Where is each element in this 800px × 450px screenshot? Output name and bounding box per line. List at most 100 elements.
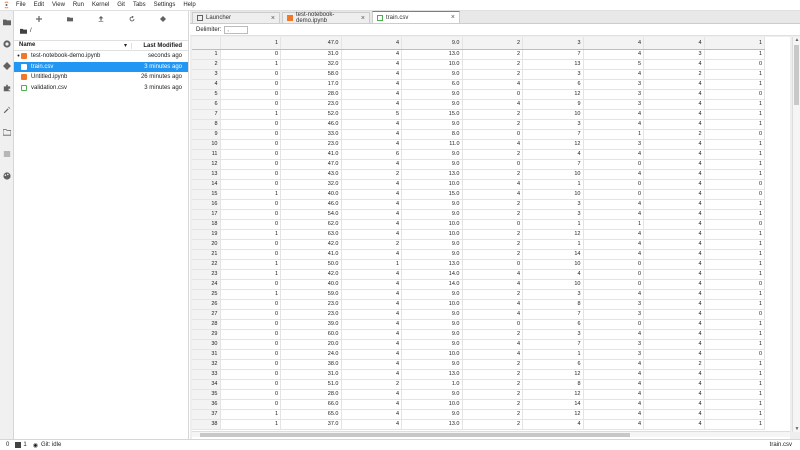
grid-cell[interactable]: 0 [220,209,281,220]
grid-cell[interactable]: 9.0 [401,69,463,80]
grid-cell[interactable]: 4 [583,379,644,390]
grid-cell[interactable]: 6 [522,319,584,330]
delimiter-select[interactable]: , [224,25,249,34]
grid-cell[interactable]: 1 [704,199,765,210]
grid-cell[interactable]: 4 [341,89,402,100]
grid-cell[interactable]: 4 [643,319,705,330]
grid-cell[interactable]: 4 [341,399,402,410]
grid-cell[interactable]: 3 [583,339,644,350]
grid-cell[interactable]: 1 [704,169,765,180]
grid-cell[interactable]: 12 [522,389,584,400]
grid-cell[interactable]: 1 [704,359,765,370]
grid-cell[interactable]: 2 [341,379,402,390]
grid-cell[interactable]: 4 [341,329,402,340]
grid-cell[interactable]: 4 [643,149,705,160]
grid-cell[interactable]: 59.0 [280,289,342,300]
grid-cell[interactable]: 0 [220,359,281,370]
grid-cell[interactable]: 40.0 [280,279,342,290]
grid-cell[interactable]: 4 [643,199,705,210]
grid-cell[interactable]: 7 [522,49,584,60]
column-header-cell[interactable]: 3 [522,37,584,50]
vertical-scroll-thumb[interactable] [794,45,799,105]
grid-cell[interactable]: 10.0 [401,179,463,190]
grid-cell[interactable]: 1 [220,289,281,300]
grid-cell[interactable]: 4 [643,119,705,130]
menu-tabs[interactable]: Tabs [129,0,150,11]
grid-cell[interactable]: 2 [643,129,705,140]
grid-cell[interactable]: 51.0 [280,379,342,390]
grid-cell[interactable]: 4 [583,169,644,180]
grid-cell[interactable]: 3 [583,89,644,100]
grid-cell[interactable]: 8 [522,379,584,390]
grid-cell[interactable]: 0 [220,379,281,390]
grid-cell[interactable]: 2 [462,329,523,340]
grid-cell[interactable]: 0 [583,259,644,270]
grid-cell[interactable]: 4 [341,309,402,320]
grid-cell[interactable]: 2 [462,109,523,120]
grid-cell[interactable]: 4 [341,389,402,400]
row-index-cell[interactable]: 7 [192,109,221,120]
row-index-cell[interactable]: 31 [192,349,221,360]
terminals-count[interactable]: 0 [6,442,9,448]
horizontal-scroll-thumb[interactable] [200,433,630,437]
grid-cell[interactable]: 9.0 [401,359,463,370]
grid-cell[interactable]: 24.0 [280,349,342,360]
new-launcher-button[interactable] [32,13,46,25]
grid-cell[interactable]: 0 [220,309,281,320]
grid-cell[interactable]: 10.0 [401,299,463,310]
grid-cell[interactable]: 9.0 [401,89,463,100]
column-header-cell[interactable]: 1 [220,37,281,50]
row-index-cell[interactable]: 38 [192,419,221,430]
grid-cell[interactable]: 0 [220,399,281,410]
scroll-down-icon[interactable]: ▼ [793,426,800,432]
grid-cell[interactable]: 1 [220,59,281,70]
grid-cell[interactable]: 10.0 [401,399,463,410]
grid-cell[interactable]: 0 [220,129,281,140]
row-index-cell[interactable]: 8 [192,119,221,130]
running-icon[interactable] [0,33,14,55]
grid-cell[interactable]: 4 [643,269,705,280]
row-index-cell[interactable]: 37 [192,409,221,420]
row-index-cell[interactable]: 20 [192,239,221,250]
grid-cell[interactable]: 4 [643,339,705,350]
column-header-cell[interactable]: 2 [462,37,523,50]
menu-file[interactable]: File [12,0,30,11]
grid-cell[interactable]: 2 [462,239,523,250]
grid-cell[interactable]: 0 [220,79,281,90]
grid-cell[interactable]: 0 [220,279,281,290]
grid-cell[interactable]: 3 [522,289,584,300]
extension-icon[interactable] [0,77,14,99]
grid-cell[interactable]: 15.0 [401,189,463,200]
grid-cell[interactable]: 1 [522,179,584,190]
file-item[interactable]: • test-notebook-demo.ipynb seconds ago [14,51,188,62]
grid-cell[interactable]: 42.0 [280,269,342,280]
grid-cell[interactable]: 4 [341,59,402,70]
grid-cell[interactable]: 12 [522,369,584,380]
grid-cell[interactable]: 1 [704,209,765,220]
row-index-cell[interactable]: 21 [192,249,221,260]
grid-cell[interactable]: 4 [522,269,584,280]
grid-cell[interactable]: 4 [341,189,402,200]
scroll-up-icon[interactable]: ▲ [793,37,800,43]
grid-cell[interactable]: 7 [522,309,584,320]
grid-cell[interactable]: 4 [643,289,705,300]
grid-cell[interactable]: 23.0 [280,299,342,310]
grid-cell[interactable]: 31.0 [280,49,342,60]
grid-cell[interactable]: 6 [341,149,402,160]
grid-cell[interactable]: 12 [522,139,584,150]
row-index-cell[interactable]: 25 [192,289,221,300]
grid-cell[interactable]: 4 [341,79,402,90]
menu-settings[interactable]: Settings [150,0,180,11]
grid-cell[interactable]: 4 [341,179,402,190]
grid-cell[interactable]: 15.0 [401,109,463,120]
grid-cell[interactable]: 2 [462,149,523,160]
row-index-cell[interactable]: 10 [192,139,221,150]
grid-cell[interactable]: 13.0 [401,169,463,180]
grid-cell[interactable]: 13.0 [401,419,463,430]
grid-cell[interactable]: 4 [341,219,402,230]
grid-cell[interactable]: 4 [643,179,705,190]
grid-cell[interactable]: 5 [583,59,644,70]
close-icon[interactable]: × [451,14,455,21]
grid-cell[interactable]: 0 [583,189,644,200]
grid-cell[interactable]: 1 [522,239,584,250]
